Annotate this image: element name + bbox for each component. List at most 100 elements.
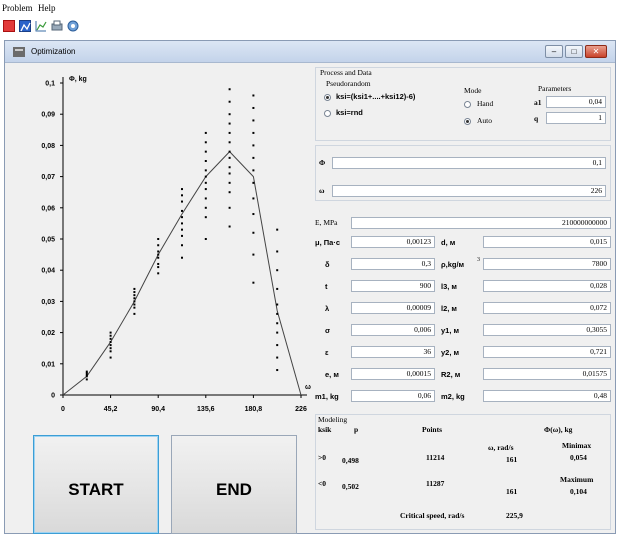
scatter-point — [252, 156, 255, 159]
scatter-point — [204, 169, 207, 172]
end-button-label: END — [216, 480, 252, 499]
scatter-point — [228, 225, 231, 228]
param-right-label: d, м — [441, 238, 456, 247]
scatter-point — [157, 272, 160, 275]
scatter-point — [228, 156, 231, 159]
scatter-point — [109, 347, 112, 350]
col-omega: ω, rad/s — [488, 443, 514, 452]
param-right-label: y1, м — [441, 326, 460, 335]
param-left-input[interactable]: 900 — [351, 280, 435, 292]
col-points: Points — [422, 425, 443, 434]
critical-speed-value: 225,9 — [506, 511, 523, 520]
scatter-point — [109, 344, 112, 347]
e-mpa-label: E, MPa — [315, 218, 338, 227]
scatter-point — [228, 206, 231, 209]
pseudorandom-title: Pseudorandom — [326, 79, 371, 88]
param-left-input[interactable]: 0,00009 — [351, 302, 435, 314]
col-p: p — [354, 425, 359, 434]
param-right-input[interactable]: 0,072 — [483, 302, 611, 314]
start-button[interactable]: START — [33, 435, 159, 534]
param-right-input[interactable]: 0,721 — [483, 346, 611, 358]
q-input[interactable]: 1 — [546, 112, 606, 124]
phi-omega-group: Φ 0,1 ω 226 — [315, 145, 611, 201]
radio-hand[interactable] — [464, 101, 471, 108]
close-button[interactable]: ✕ — [585, 45, 607, 58]
print-icon[interactable] — [51, 20, 63, 32]
param-right-input[interactable]: 0,48 — [483, 390, 611, 402]
scatter-point — [252, 106, 255, 109]
x-tick-label: 45,2 — [104, 406, 118, 413]
chart-window-icon[interactable] — [19, 20, 31, 32]
param-right-input[interactable]: 0,3055 — [483, 324, 611, 336]
param-left-label: λ — [325, 304, 330, 313]
settings-icon[interactable] — [67, 20, 79, 32]
radio-ksi-sum-label: ksi=(ksi1+....+ksi12)-6) — [336, 92, 416, 101]
process-data-title: Process and Data — [320, 68, 372, 77]
param-left-input[interactable]: 0,006 — [351, 324, 435, 336]
omega-input[interactable]: 226 — [332, 185, 606, 197]
scatter-point — [276, 322, 279, 325]
scatter-point — [252, 253, 255, 256]
radio-ksi-rnd[interactable] — [324, 110, 331, 117]
scatter-point — [157, 266, 160, 269]
scatter-point — [181, 216, 183, 219]
scatter-point — [252, 119, 255, 122]
scatter-point — [252, 197, 255, 200]
param-right-input[interactable]: 0,028 — [483, 280, 611, 292]
red-square-icon[interactable] — [3, 20, 15, 32]
row1-omega: 161 — [506, 455, 518, 464]
y-tick-label: 0,07 — [41, 174, 55, 181]
scatter-point — [181, 244, 183, 247]
scatter-point — [109, 350, 112, 353]
menu-bar: Problem Help — [0, 0, 620, 16]
minimax-value: 0,054 — [570, 453, 587, 462]
scatter-point — [133, 303, 136, 306]
y-tick-label: 0 — [51, 393, 55, 400]
scatter-point — [276, 269, 279, 272]
scatter-point — [133, 312, 136, 315]
scatter-point — [85, 378, 88, 381]
param-right-label-sup: 3 — [477, 257, 480, 263]
e-mpa-input[interactable]: 210000000000 — [351, 217, 611, 229]
param-left-input[interactable]: 0,00015 — [351, 368, 435, 380]
param-right-input[interactable]: 7800 — [483, 258, 611, 270]
row1-points: 11214 — [426, 453, 445, 462]
scatter-point — [109, 356, 112, 359]
param-right-input[interactable]: 0,01575 — [483, 368, 611, 380]
radio-ksi-sum[interactable] — [324, 94, 331, 101]
menu-problem[interactable]: Problem — [2, 3, 33, 13]
param-left-input[interactable]: 0,00123 — [351, 236, 435, 248]
scatter-point — [157, 262, 160, 265]
minimize-button[interactable]: – — [545, 45, 563, 58]
scatter-point — [252, 144, 255, 147]
scatter-point — [109, 340, 112, 343]
end-button[interactable]: END — [171, 435, 297, 534]
scatter-point — [157, 250, 160, 253]
scatter-point — [109, 331, 112, 334]
critical-speed-label: Critical speed, rad/s — [400, 511, 465, 520]
graph-icon[interactable] — [35, 20, 47, 32]
phi-input[interactable]: 0,1 — [332, 157, 606, 169]
scatter-point — [228, 131, 231, 134]
param-left-input[interactable]: 36 — [351, 346, 435, 358]
scatter-point — [204, 188, 207, 191]
scatter-point — [157, 256, 160, 259]
scatter-point — [276, 344, 279, 347]
scatter-point — [228, 191, 231, 194]
radio-auto[interactable] — [464, 118, 471, 125]
scatter-point — [228, 172, 231, 175]
menu-help[interactable]: Help — [38, 3, 56, 13]
a1-input[interactable]: 0,04 — [546, 96, 606, 108]
param-left-input[interactable]: 0,06 — [351, 390, 435, 402]
omega-label: ω — [319, 186, 325, 195]
param-left-label: m1, kg — [315, 392, 339, 401]
scatter-point — [228, 141, 231, 144]
x-tick-label: 0 — [61, 406, 65, 413]
scatter-point — [276, 369, 279, 372]
scatter-point — [133, 291, 136, 294]
param-left-input[interactable]: 0,3 — [351, 258, 435, 270]
radio-hand-label: Hand — [477, 99, 494, 108]
param-right-input[interactable]: 0,015 — [483, 236, 611, 248]
maximize-button[interactable]: □ — [565, 45, 583, 58]
toolbar — [0, 16, 620, 38]
